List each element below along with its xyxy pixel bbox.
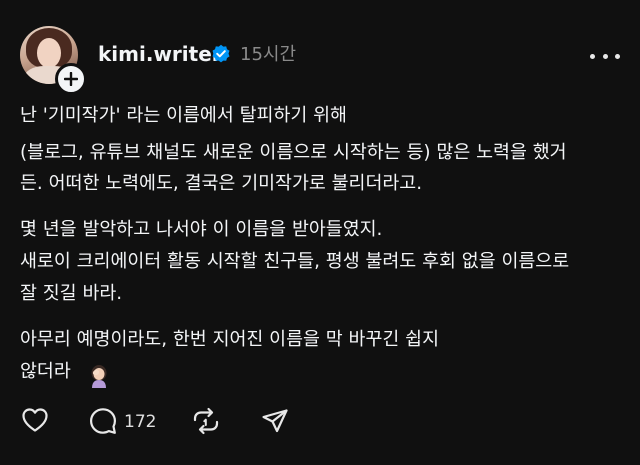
post-text-line: 잘 짓길 바라. [20, 283, 123, 304]
woman-facepalming-emoji [91, 365, 107, 388]
post-text-line: 몇 년을 발악하고 나서야 이 이름을 받아들였지. [20, 219, 383, 240]
more-dots-icon [590, 53, 595, 59]
more-options-button[interactable] [590, 46, 620, 66]
comment-bubble-icon[interactable] [89, 407, 117, 435]
heart-icon[interactable] [21, 407, 49, 433]
repost-icon[interactable] [192, 407, 220, 435]
thread-post: kimi.writer 15시간 난 '기미작가' 라는 이름에서 탈피하기 위… [0, 0, 640, 465]
plus-icon [64, 72, 78, 86]
send-icon[interactable] [261, 407, 289, 435]
post-text-line: (블로그, 유튜브 채널도 새로운 이름으로 시작하는 등) 많은 노력을 했거 [20, 142, 567, 163]
post-text-line: 아무리 예명이라도, 한번 지어진 이름을 막 바꾸긴 쉽지 [20, 329, 439, 350]
reply-count[interactable]: 172 [124, 410, 156, 434]
post-text-line: 않더라 [20, 361, 71, 382]
username[interactable]: kimi.writer [98, 42, 222, 66]
post-text-line: 새로이 크리에이터 활동 시작할 친구들, 평생 불려도 후회 없을 이름으로 [20, 251, 570, 272]
verified-badge-icon [212, 44, 230, 63]
follow-button[interactable] [55, 63, 87, 95]
post-timestamp: 15시간 [240, 44, 297, 65]
post-text-line: 든. 어떠한 노력에도, 결국은 기미작가로 불리더라고. [20, 173, 423, 194]
post-text-line: 난 '기미작가' 라는 이름에서 탈피하기 위해 [20, 105, 347, 126]
